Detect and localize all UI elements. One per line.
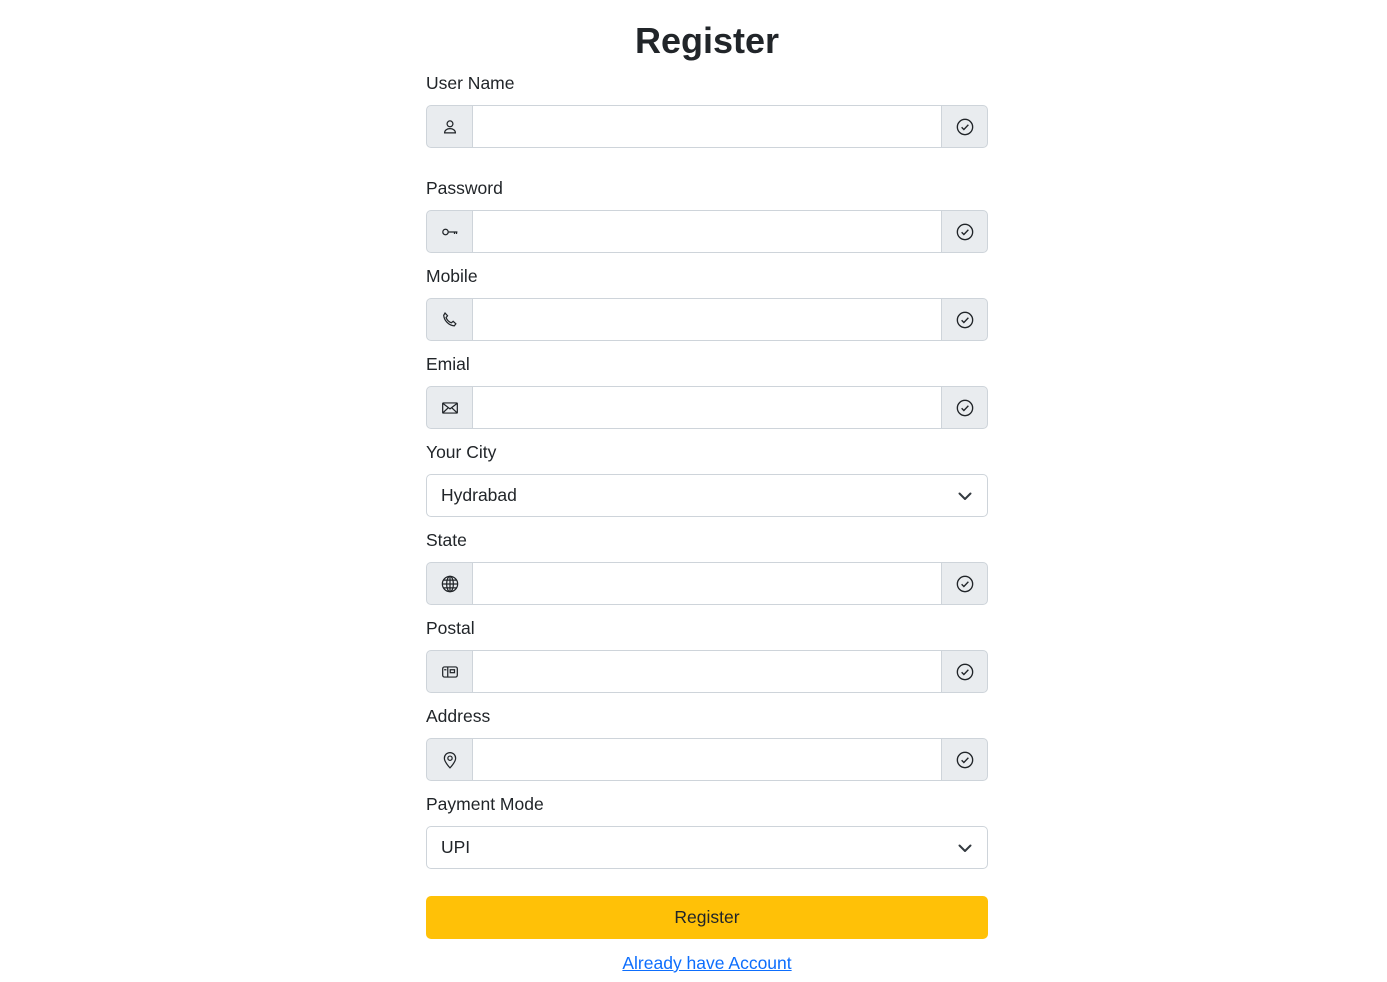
password-input[interactable] [473,210,941,253]
state-group [426,562,988,605]
check-circle-icon [941,210,988,253]
chevron-down-icon [957,488,973,504]
payment-mode-select[interactable]: UPI [426,826,988,869]
address-label: Address [426,706,491,726]
person-icon [426,105,473,148]
register-form: Register User Name Password Mobile Emial… [426,0,988,974]
address-input[interactable] [473,738,941,781]
username-input[interactable] [473,105,941,148]
username-label: User Name [426,73,515,93]
telephone-icon [426,298,473,341]
postal-group [426,650,988,693]
postage-icon [426,650,473,693]
address-group [426,738,988,781]
mobile-label: Mobile [426,266,478,286]
check-circle-icon [941,562,988,605]
state-label: State [426,530,467,550]
mobile-input[interactable] [473,298,941,341]
password-group [426,210,988,253]
check-circle-icon [941,738,988,781]
check-circle-icon [941,298,988,341]
payment-label: Payment Mode [426,794,544,814]
envelope-icon [426,386,473,429]
city-label: Your City [426,442,497,462]
chevron-down-icon [957,840,973,856]
city-selected-value: Hydrabad [441,485,517,505]
geo-pin-icon [426,738,473,781]
login-link-row: Already have Account [426,953,988,974]
mobile-group [426,298,988,341]
username-group [426,105,988,148]
register-button[interactable]: Register [426,896,988,939]
postal-input[interactable] [473,650,941,693]
already-have-account-link[interactable]: Already have Account [622,953,791,973]
postal-label: Postal [426,618,475,638]
email-label: Emial [426,354,470,374]
password-label: Password [426,178,503,198]
check-circle-icon [941,386,988,429]
email-group [426,386,988,429]
page-title: Register [634,20,780,61]
state-input[interactable] [473,562,941,605]
check-circle-icon [941,105,988,148]
city-select[interactable]: Hydrabad [426,474,988,517]
payment-selected-value: UPI [441,837,471,857]
check-circle-icon [941,650,988,693]
email-input[interactable] [473,386,941,429]
key-icon [426,210,473,253]
globe-icon [426,562,473,605]
